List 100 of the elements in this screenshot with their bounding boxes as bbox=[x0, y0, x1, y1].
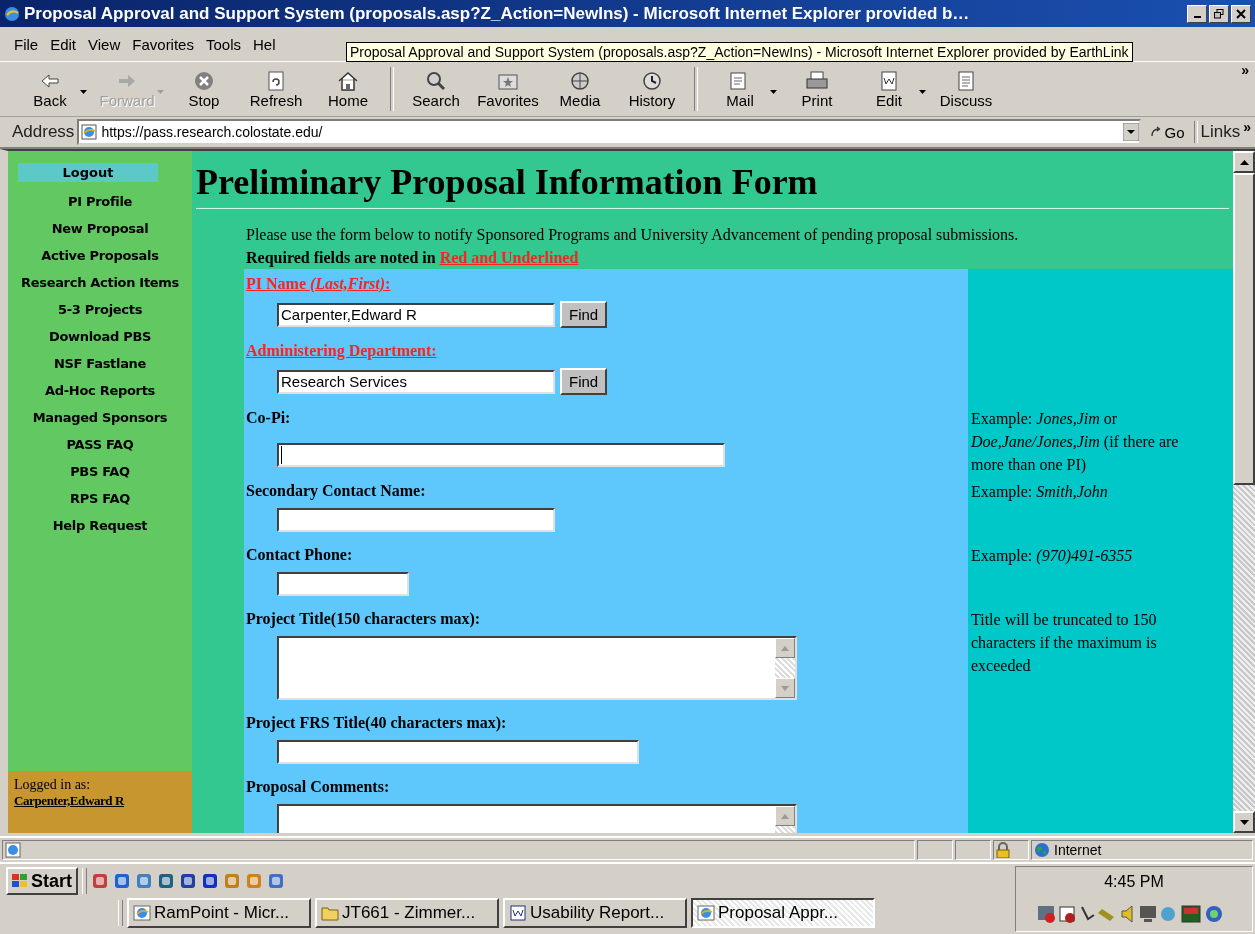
menu-item[interactable]: File bbox=[8, 35, 45, 53]
text-field[interactable] bbox=[277, 508, 555, 532]
hint-text: Example: (970)491-6355 bbox=[971, 547, 1133, 564]
text-field[interactable]: Carpenter,Edward R bbox=[277, 302, 555, 327]
tooltip: Proposal Approval and Support System (proposals.asp?Z_Action=NewIns) - Microsoft Internet Explorer provided by EarthLink bbox=[346, 42, 1133, 62]
intro-text: Please use the form below to notify Sponsored Programs and University Advancement of pending proposal submissions. bbox=[246, 225, 1020, 246]
toolbar-button[interactable]: Edit bbox=[853, 67, 925, 111]
field-label: Contact Phone: bbox=[246, 545, 353, 565]
sidebar-link[interactable]: RPS FAQ bbox=[70, 485, 130, 512]
user-link[interactable]: Carpenter,Edward R bbox=[14, 793, 125, 809]
toolbar-button[interactable]: Home bbox=[312, 67, 384, 111]
text-field[interactable] bbox=[277, 572, 409, 596]
app-icon[interactable] bbox=[267, 872, 285, 890]
text-field[interactable]: Research Services bbox=[277, 369, 555, 394]
menu-item[interactable]: Favorites bbox=[126, 35, 200, 53]
menu-item[interactable]: Edit bbox=[44, 35, 83, 53]
links-button[interactable]: Links bbox=[1200, 122, 1241, 142]
minimize-button[interactable] bbox=[1187, 4, 1207, 23]
toolbar-button[interactable]: Favorites bbox=[472, 67, 544, 111]
page-icon bbox=[5, 842, 21, 858]
toolbar-button[interactable]: Media bbox=[544, 67, 616, 111]
sidebar-link[interactable]: Active Proposals bbox=[41, 242, 159, 269]
close-icon bbox=[1236, 8, 1246, 19]
restore-icon bbox=[1214, 8, 1224, 19]
menu-item[interactable]: Hel bbox=[247, 35, 282, 53]
browser-icon bbox=[697, 905, 715, 921]
browser-icon bbox=[4, 5, 20, 22]
field-label: Secondary Contact Name: bbox=[246, 481, 426, 502]
find-button[interactable]: Find bbox=[560, 301, 608, 328]
toolbar-button[interactable]: Stop bbox=[168, 67, 240, 111]
close-button[interactable] bbox=[1231, 4, 1251, 23]
toolbar-button[interactable]: History bbox=[616, 67, 688, 111]
field-label: Proposal Comments: bbox=[246, 777, 390, 798]
toolbar-button[interactable]: Refresh bbox=[240, 67, 312, 111]
dropdown-button[interactable] bbox=[1122, 123, 1139, 141]
menu-item[interactable]: Tools bbox=[199, 35, 247, 53]
field-label: Co-Pi: bbox=[246, 408, 291, 428]
document-icon bbox=[509, 905, 527, 921]
field-label: Project FRS Title(40 characters max): bbox=[246, 713, 507, 734]
home-icon bbox=[336, 69, 360, 92]
status-pane bbox=[955, 840, 991, 860]
text-area[interactable] bbox=[277, 636, 797, 700]
sidebar-link[interactable]: Download PBS bbox=[48, 323, 152, 350]
taskbar-button[interactable]: JT661 - Zimmer... bbox=[315, 898, 499, 928]
sidebar-link[interactable]: Research Action Items bbox=[20, 269, 180, 296]
page-heading: Preliminary Proposal Information Form bbox=[196, 161, 819, 203]
stop-icon bbox=[192, 69, 216, 92]
app-icon[interactable] bbox=[201, 872, 219, 890]
dropdown-caret-icon[interactable] bbox=[80, 89, 87, 94]
taskbar-button[interactable]: RamPoint - Micr... bbox=[127, 898, 311, 928]
app-icon[interactable] bbox=[113, 872, 131, 890]
go-button[interactable]: Go bbox=[1143, 123, 1191, 141]
toolbar-button[interactable]: Search bbox=[400, 67, 472, 111]
page-icon bbox=[81, 124, 98, 140]
start-button[interactable]: Start bbox=[6, 867, 78, 895]
menu-item[interactable]: View bbox=[82, 35, 127, 53]
dropdown-caret-icon[interactable] bbox=[919, 89, 926, 94]
app-icon[interactable] bbox=[135, 872, 153, 890]
up-arrow-icon[interactable] bbox=[1239, 159, 1249, 165]
text-field[interactable] bbox=[277, 443, 725, 467]
sidebar-link[interactable]: Help Request bbox=[52, 512, 148, 539]
text-field[interactable] bbox=[277, 740, 639, 764]
search-icon bbox=[424, 69, 448, 92]
app-icon[interactable] bbox=[179, 872, 197, 890]
browser-icon bbox=[133, 905, 151, 921]
window-title: Proposal Approval and Support System (proposals.asp?Z_Action=NewIns) - Microsoft Internet Explorer provided b… bbox=[24, 3, 971, 24]
toolbar-button[interactable]: Mail bbox=[704, 67, 776, 111]
page-scrollbar[interactable] bbox=[1233, 151, 1255, 833]
sidebar-link[interactable]: PI Profile bbox=[67, 188, 133, 215]
toolbar-button[interactable]: Print bbox=[781, 67, 853, 111]
down-arrow-icon[interactable] bbox=[1239, 819, 1249, 825]
arrow-icon bbox=[1149, 126, 1162, 138]
field-label: Project Title(150 characters max): bbox=[246, 609, 481, 630]
field-label: Administering Department: bbox=[246, 341, 437, 362]
app-icon[interactable] bbox=[157, 872, 175, 890]
hint-text: Example: Smith,John bbox=[971, 483, 1108, 500]
restore-button[interactable] bbox=[1209, 4, 1229, 23]
more-tools-chevron[interactable]: » bbox=[1241, 62, 1249, 78]
address-field[interactable]: https://pass.research.colostate.edu/ bbox=[77, 119, 1141, 145]
toolbar-button[interactable]: Discuss bbox=[930, 67, 1002, 111]
security-zone: Internet bbox=[1054, 842, 1102, 858]
sidebar-link[interactable]: NSF Fastlane bbox=[53, 350, 147, 377]
dropdown-caret-icon[interactable] bbox=[770, 89, 777, 94]
toolbar-button[interactable]: Back bbox=[14, 67, 86, 111]
sidebar-link[interactable]: PASS FAQ bbox=[66, 431, 134, 458]
sidebar-link[interactable]: Ad-Hoc Reports bbox=[44, 377, 155, 404]
taskbar-button[interactable]: Usability Report... bbox=[503, 898, 687, 928]
sidebar-link[interactable]: Managed Sponsors bbox=[32, 404, 168, 431]
taskbar-button[interactable]: Proposal Appr... bbox=[691, 898, 875, 928]
sidebar-link[interactable]: New Proposal bbox=[51, 215, 149, 242]
app-icon[interactable] bbox=[91, 872, 109, 890]
sidebar-link[interactable]: PBS FAQ bbox=[70, 458, 130, 485]
more-links-chevron[interactable]: » bbox=[1243, 119, 1251, 135]
logout-link[interactable]: Logout bbox=[18, 163, 158, 182]
windows-logo-icon bbox=[12, 874, 28, 888]
find-button[interactable]: Find bbox=[560, 368, 608, 395]
clock-icon bbox=[640, 69, 664, 92]
hint-text: Title will be truncated to 150 characters if the maximum is exceeded bbox=[971, 611, 1157, 674]
lock-icon bbox=[996, 842, 1010, 858]
sidebar-link[interactable]: 5-3 Projects bbox=[57, 296, 143, 323]
